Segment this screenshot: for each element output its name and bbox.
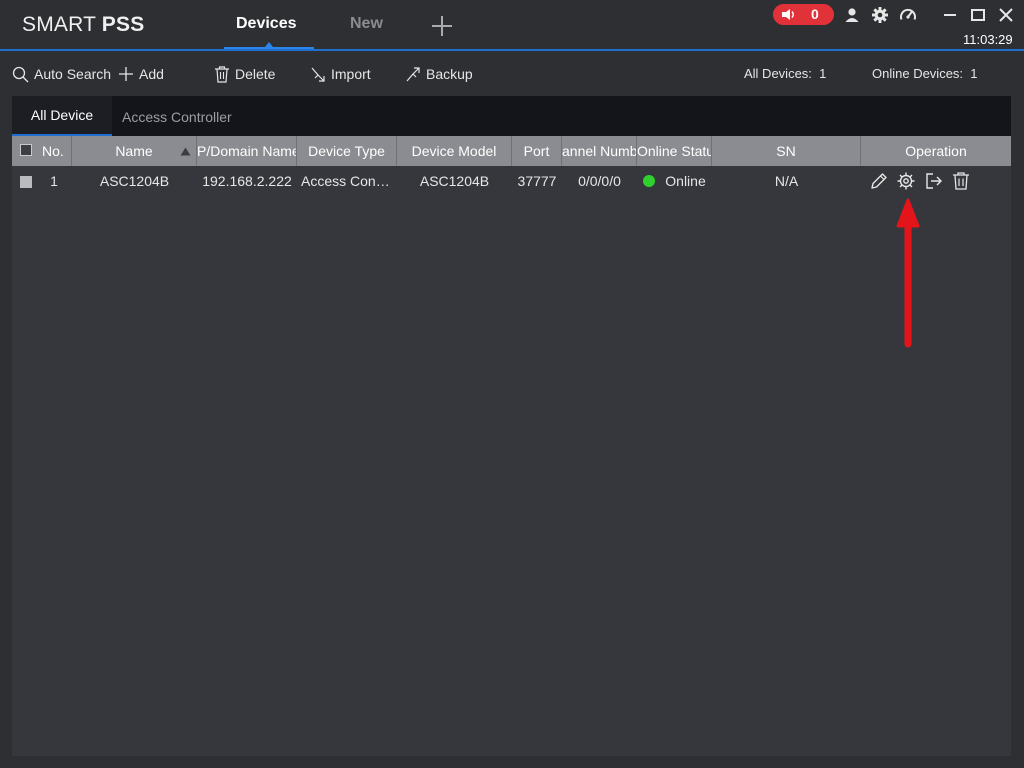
maximize-icon[interactable] — [969, 6, 987, 24]
header-name[interactable]: Name — [72, 136, 197, 166]
logout-icon[interactable] — [924, 171, 944, 191]
cell-device-type: Access Controller — [301, 173, 397, 189]
settings-icon[interactable] — [871, 6, 889, 24]
online-status-dot — [643, 175, 656, 187]
online-devices-count: Online Devices: 1 — [872, 66, 978, 81]
table-row[interactable]: 1 ASC1204B 192.168.2.222 Access Controll… — [12, 166, 1011, 196]
performance-gauge-icon[interactable] — [899, 6, 917, 24]
plus-icon — [119, 67, 133, 81]
device-panel: All Device Access Controller No. Name P/… — [12, 96, 1011, 756]
search-icon — [12, 66, 29, 82]
alarm-count: 0 — [811, 6, 819, 22]
add-button[interactable]: Add — [118, 64, 164, 84]
backup-button[interactable]: Backup — [405, 64, 473, 84]
header-device-type[interactable]: Device Type — [297, 136, 397, 166]
sort-ascending-icon — [180, 147, 191, 156]
cell-device-model: ASC1204B — [419, 173, 490, 189]
select-all-checkbox[interactable] — [20, 144, 32, 156]
add-tab-icon[interactable] — [430, 14, 454, 38]
tab-devices[interactable]: Devices — [236, 15, 297, 33]
alarm-badge[interactable]: 0 — [773, 4, 834, 25]
table-header: No. Name P/Domain Name Device Type Devic… — [12, 136, 1011, 166]
import-icon — [311, 67, 325, 82]
close-icon[interactable] — [997, 6, 1015, 24]
annotation-arrow — [896, 198, 920, 348]
header-device-model[interactable]: Device Model — [397, 136, 512, 166]
backup-icon — [406, 66, 420, 81]
delete-trash-icon[interactable] — [951, 171, 971, 191]
cell-online-status: Online — [637, 166, 712, 196]
subtab-all-device[interactable]: All Device — [12, 96, 112, 136]
cell-sn: N/A — [774, 173, 799, 189]
title-bar: SMART PSS Devices New 0 11:03:29 — [0, 0, 1024, 51]
minimize-icon[interactable] — [941, 6, 959, 24]
trash-icon — [215, 65, 229, 83]
header-port[interactable]: Port — [512, 136, 562, 166]
cell-channel: 0/0/0/0 — [578, 173, 621, 189]
user-icon[interactable] — [843, 6, 861, 24]
row-checkbox[interactable] — [20, 176, 32, 188]
import-button[interactable]: Import — [310, 64, 371, 84]
auto-search-button[interactable]: Auto Search — [12, 64, 111, 84]
header-operation: Operation — [905, 143, 967, 159]
edit-pencil-icon[interactable] — [869, 171, 889, 191]
speaker-icon — [782, 9, 794, 20]
header-online-status[interactable]: Online Status — [637, 136, 712, 166]
settings-gear-icon[interactable] — [896, 171, 916, 191]
subtab-access-controller[interactable]: Access Controller — [122, 98, 232, 136]
cell-no: 1 — [50, 173, 58, 189]
all-devices-count: All Devices: 1 — [744, 66, 827, 81]
header-ip-domain[interactable]: P/Domain Name — [197, 136, 297, 166]
title-divider — [0, 49, 1024, 51]
header-select-all[interactable]: No. — [12, 136, 72, 166]
header-channel-number[interactable]: annel Numb — [562, 136, 637, 166]
cell-port: 37777 — [517, 173, 557, 189]
cell-ip: 192.168.2.222 — [202, 173, 292, 189]
tab-new[interactable]: New — [350, 15, 383, 33]
cell-name: ASC1204B — [99, 173, 170, 189]
app-logo: SMART PSS — [22, 13, 145, 36]
clock: 11:03:29 — [963, 32, 1013, 47]
delete-button[interactable]: Delete — [214, 64, 275, 84]
header-sn[interactable]: SN — [712, 136, 861, 166]
device-subtabs: All Device Access Controller — [12, 96, 1011, 136]
